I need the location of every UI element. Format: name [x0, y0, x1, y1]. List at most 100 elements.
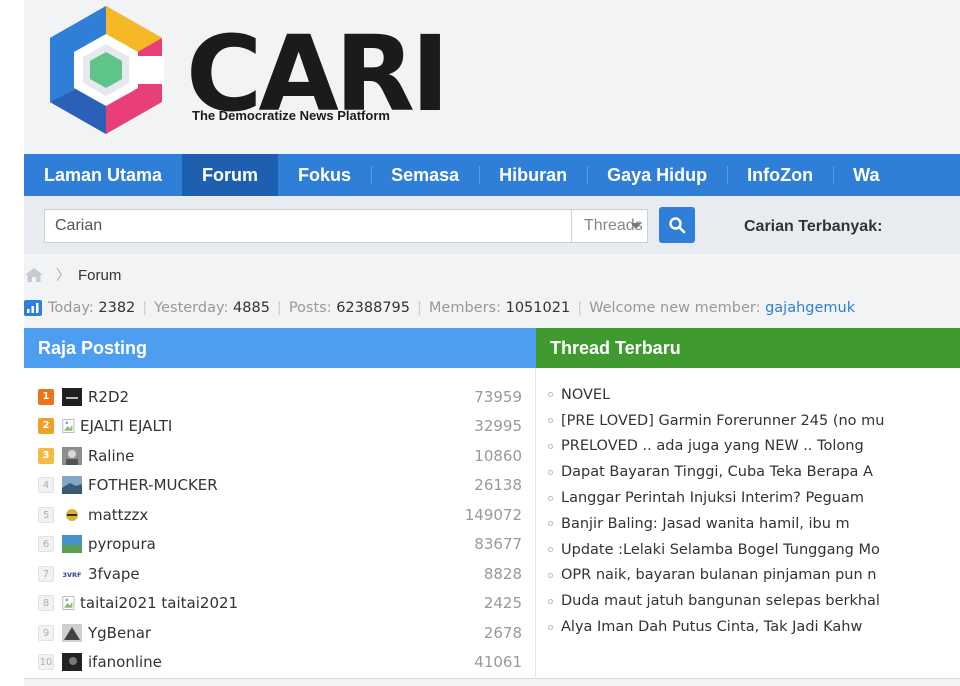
username-link[interactable]: EJALTI EJALTI: [80, 417, 172, 435]
rank-badge: 7: [38, 565, 54, 582]
thread-link[interactable]: Dapat Bayaran Tinggi, Cuba Teka Berapa A: [561, 464, 873, 480]
avatar[interactable]: [62, 446, 82, 465]
list-item[interactable]: PRELOVED .. ada juga yang NEW .. Tolong: [548, 434, 956, 460]
username-link[interactable]: ifanonline: [88, 653, 162, 671]
stats-members-value: 1051021: [505, 300, 571, 316]
list-item[interactable]: Alya Iman Dah Putus Cinta, Tak Jadi Kahw: [548, 614, 956, 640]
search-input[interactable]: Carian: [44, 209, 572, 243]
list-item[interactable]: 5 mattzzx 149072: [38, 500, 522, 530]
rank-badge: 9: [38, 624, 54, 641]
avatar[interactable]: 3VRF: [62, 564, 82, 583]
username-link[interactable]: R2D2: [88, 388, 129, 406]
post-count: 41061: [474, 653, 522, 672]
list-item[interactable]: 8 taitai2021 taitai2021 2425: [38, 589, 522, 619]
bullet-icon: [548, 495, 553, 501]
bullet-icon: [548, 547, 553, 553]
list-item[interactable]: 1 R2D2 73959: [38, 382, 522, 412]
rank-badge: 10: [38, 654, 54, 671]
broken-image-icon[interactable]: [62, 594, 78, 612]
divider: [24, 678, 960, 679]
forum-stats: Today: 2382 | Yesterday: 4885 | Posts: 6…: [24, 296, 855, 320]
avatar[interactable]: [62, 623, 82, 642]
nav-item-laman-utama[interactable]: Laman Utama: [24, 154, 182, 196]
post-count: 32995: [474, 417, 522, 436]
breadcrumb-forum[interactable]: Forum: [78, 267, 121, 284]
bullet-icon: [548, 443, 553, 449]
thread-link[interactable]: Langgar Perintah Injuksi Interim? Peguam: [561, 490, 864, 506]
list-item[interactable]: 2 EJALTI EJALTI 32995: [38, 412, 522, 442]
broken-image-icon[interactable]: [62, 417, 78, 435]
avatar[interactable]: [62, 476, 82, 495]
raja-posting-header: Raja Posting: [24, 328, 536, 368]
thread-link[interactable]: Banjir Baling: Jasad wanita hamil, ibu m: [561, 516, 850, 532]
nav-item-gaya-hidup[interactable]: Gaya Hidup: [587, 154, 727, 196]
list-item[interactable]: Langgar Perintah Injuksi Interim? Peguam: [548, 485, 956, 511]
nav-item-forum[interactable]: Forum: [182, 154, 279, 196]
search-button[interactable]: [659, 207, 695, 243]
nav-item-infozon[interactable]: InfoZon: [727, 154, 833, 196]
thread-link[interactable]: PRELOVED .. ada juga yang NEW .. Tolong: [561, 438, 864, 454]
bullet-icon: [548, 572, 553, 578]
stats-posts-label: Posts:: [288, 300, 332, 316]
rank-badge: 5: [38, 506, 54, 523]
username-link[interactable]: pyropura: [88, 535, 156, 553]
list-item[interactable]: 10 ifanonline 41061: [38, 648, 522, 678]
list-item[interactable]: Update :Lelaki Selamba Bogel Tunggang Mo: [548, 537, 956, 563]
list-item[interactable]: 6 pyropura 83677: [38, 530, 522, 560]
list-item[interactable]: Banjir Baling: Jasad wanita hamil, ibu m: [548, 511, 956, 537]
rank-badge: 3: [38, 447, 54, 464]
username-link[interactable]: Raline: [88, 447, 134, 465]
list-item[interactable]: Duda maut jatuh bangunan selepas berkhal: [548, 588, 956, 614]
bullet-icon: [548, 469, 553, 475]
chevron-down-icon: [631, 223, 641, 229]
home-icon[interactable]: [24, 267, 44, 283]
list-item[interactable]: 4 FOTHER-MUCKER 26138: [38, 471, 522, 501]
bar-chart-icon: [24, 300, 42, 316]
username-link[interactable]: FOTHER-MUCKER: [88, 476, 218, 494]
post-count: 83677: [474, 535, 522, 554]
username-link[interactable]: mattzzx: [88, 506, 148, 524]
breadcrumb: 〉 Forum: [24, 264, 121, 286]
list-item[interactable]: 7 3VRF 3fvape 8828: [38, 559, 522, 589]
post-count: 8828: [483, 564, 522, 583]
avatar[interactable]: [62, 387, 82, 406]
thread-link[interactable]: Update :Lelaki Selamba Bogel Tunggang Mo: [561, 542, 880, 558]
search-type-select[interactable]: Threads: [571, 209, 648, 243]
username-link[interactable]: YgBenar: [88, 624, 151, 642]
username-link[interactable]: 3fvape: [88, 565, 140, 583]
newest-member-link[interactable]: gajahgemuk: [765, 300, 855, 316]
thread-link[interactable]: Alya Iman Dah Putus Cinta, Tak Jadi Kahw: [561, 619, 862, 635]
post-count: 149072: [464, 505, 522, 524]
thread-terbaru-list: NOVEL [PRE LOVED] Garmin Forerunner 245 …: [548, 382, 956, 640]
nav-item-fokus[interactable]: Fokus: [278, 154, 371, 196]
left-margin: [0, 0, 24, 686]
page: CARI The Democratize News Platform Laman…: [0, 0, 960, 686]
thread-link[interactable]: [PRE LOVED] Garmin Forerunner 245 (no mu: [561, 413, 884, 429]
list-item[interactable]: OPR naik, bayaran bulanan pinjaman pun n: [548, 563, 956, 589]
list-item[interactable]: [PRE LOVED] Garmin Forerunner 245 (no mu: [548, 408, 956, 434]
nav-item-semasa[interactable]: Semasa: [371, 154, 479, 196]
list-item[interactable]: 9 YgBenar 2678: [38, 618, 522, 648]
rank-badge: 4: [38, 477, 54, 494]
thread-link[interactable]: Duda maut jatuh bangunan selepas berkhal: [561, 593, 880, 609]
username-link[interactable]: taitai2021 taitai2021: [80, 594, 238, 612]
thread-link[interactable]: NOVEL: [561, 387, 610, 403]
nav-item-wa[interactable]: Wa: [833, 154, 899, 196]
logo-tagline: The Democratize News Platform: [192, 108, 390, 123]
avatar[interactable]: [62, 535, 82, 554]
nav-item-hiburan[interactable]: Hiburan: [479, 154, 587, 196]
stats-members-label: Members:: [428, 300, 501, 316]
avatar[interactable]: [62, 505, 82, 524]
bullet-icon: [548, 418, 553, 424]
cari-logo[interactable]: CARI The Democratize News Platform: [36, 0, 450, 140]
thread-link[interactable]: OPR naik, bayaran bulanan pinjaman pun n: [561, 567, 876, 583]
list-item[interactable]: Dapat Bayaran Tinggi, Cuba Teka Berapa A: [548, 459, 956, 485]
avatar-text: 3VRF: [63, 571, 82, 579]
stats-divider: |: [577, 300, 583, 316]
list-item[interactable]: NOVEL: [548, 382, 956, 408]
avatar[interactable]: [62, 653, 82, 672]
list-item[interactable]: 3 Raline 10860: [38, 441, 522, 471]
bullet-icon: [548, 392, 553, 398]
thread-terbaru-header: Thread Terbaru: [536, 328, 960, 368]
top-searches-label: Carian Terbanyak:: [744, 218, 883, 235]
